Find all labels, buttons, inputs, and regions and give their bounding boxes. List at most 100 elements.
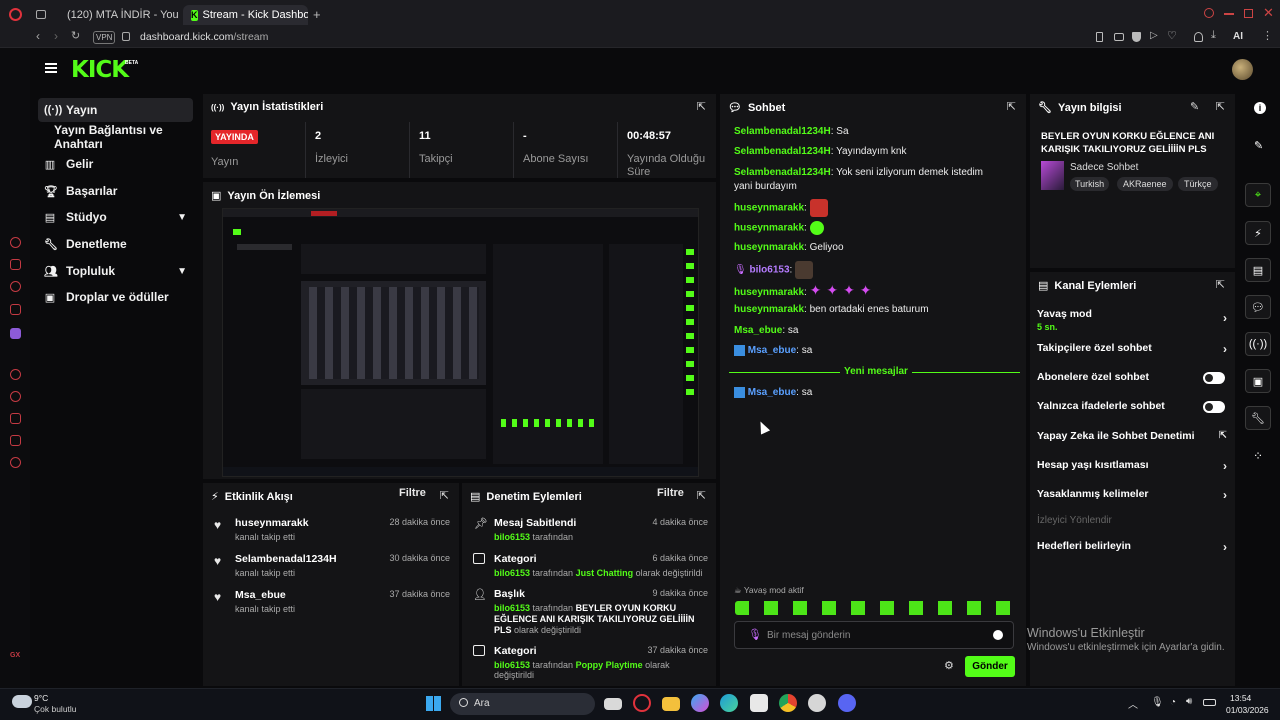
profile-icon[interactable] xyxy=(1194,32,1203,42)
play-icon[interactable]: ▷ xyxy=(1150,30,1158,41)
slow-mode-action[interactable]: Yavaş mod 5 sn. › xyxy=(1037,308,1227,332)
wrench-button[interactable]: 🔧︎ xyxy=(1245,406,1271,430)
tray-chevron-icon[interactable]: ︿ xyxy=(1128,696,1138,711)
pin-icon[interactable] xyxy=(1096,32,1103,42)
discord-icon[interactable] xyxy=(838,694,856,712)
chrome-icon[interactable] xyxy=(779,694,797,712)
emotes-only-action[interactable]: Yalnızca ifadelerle sohbet xyxy=(1037,400,1227,413)
history-icon[interactable] xyxy=(10,413,21,424)
ai-moderation-action[interactable]: Yapay Zeka ile Sohbet Denetimi ⇱ xyxy=(1037,430,1227,442)
copilot-icon[interactable] xyxy=(691,694,709,712)
ai-button[interactable]: AI xyxy=(1233,31,1243,42)
subscribers-only-toggle[interactable] xyxy=(1203,372,1225,384)
nav-item-stream-key[interactable]: Yayın Bağlantısı ve Anahtarı xyxy=(38,123,208,151)
banned-words-action[interactable]: Yasaklanmış kelimeler › xyxy=(1037,488,1227,502)
microphone-tray-icon[interactable]: 🎙︎ xyxy=(1151,697,1164,708)
nav-item-denetleme[interactable]: 🔧︎ Denetleme xyxy=(38,232,193,256)
battery-icon[interactable] xyxy=(1203,699,1216,706)
notes-button[interactable]: ▤ xyxy=(1245,258,1271,282)
nav-item-studyo[interactable]: ▤ Stüdyo ▼ xyxy=(38,205,193,229)
opera-ai-icon[interactable] xyxy=(10,237,21,248)
menu-icon[interactable]: ⋮ xyxy=(1262,29,1273,42)
task-view-icon[interactable] xyxy=(604,698,622,710)
moderation-filter-button[interactable]: Filtre xyxy=(657,487,684,499)
taskbar-search[interactable]: Ara xyxy=(450,693,595,715)
reload-icon[interactable]: ↻ xyxy=(71,29,80,42)
quick-action-button[interactable]: ⚡︎ xyxy=(1245,221,1271,245)
mail-icon[interactable] xyxy=(10,304,21,315)
new-tab-button[interactable]: + xyxy=(313,7,321,22)
back-icon[interactable]: ‹ xyxy=(36,29,40,43)
set-goals-action[interactable]: Hedefleri belirleyin › xyxy=(1037,540,1227,554)
info-icon[interactable]: i xyxy=(1254,102,1266,114)
avatar[interactable] xyxy=(1232,59,1253,80)
search-tabs-icon[interactable] xyxy=(1204,8,1214,18)
windows-start-icon[interactable] xyxy=(426,696,441,711)
minimize-button[interactable] xyxy=(1224,13,1234,15)
chat-settings-icon[interactable]: ⚙︎ xyxy=(944,659,954,672)
clock-date[interactable]: 01/03/2026 xyxy=(1226,705,1269,715)
popout-icon[interactable]: ⇱ xyxy=(1007,100,1016,113)
edit-icon[interactable]: ✎ xyxy=(1254,139,1263,152)
nav-item-gelir[interactable]: ▥ Gelir xyxy=(38,152,193,176)
url-text[interactable]: dashboard.kick.com/stream xyxy=(140,31,268,43)
nav-item-basarilar[interactable]: 🏆︎ Başarılar xyxy=(38,179,193,203)
weather-icon[interactable] xyxy=(12,695,32,708)
edit-icon[interactable]: ✎ xyxy=(1190,100,1199,113)
download-icon[interactable]: ⤓ xyxy=(1211,29,1216,42)
edge-icon[interactable] xyxy=(720,694,738,712)
workspaces-icon[interactable] xyxy=(36,10,46,19)
vpn-badge[interactable]: VPN xyxy=(93,31,116,44)
tag[interactable]: Türkçe xyxy=(1178,177,1218,191)
messenger-icon[interactable] xyxy=(10,281,21,292)
forward-icon[interactable]: › xyxy=(54,29,58,43)
volume-icon[interactable]: 🔊︎ xyxy=(1186,696,1192,707)
heart-icon[interactable]: ♡ xyxy=(1167,29,1177,42)
chat-button[interactable]: 💬︎ xyxy=(1245,295,1271,319)
emoji-icon[interactable] xyxy=(993,630,1003,640)
account-age-action[interactable]: Hesap yaşı kısıtlaması › xyxy=(1037,459,1227,473)
chat-input[interactable]: 🎙︎ Bir mesaj gönderin xyxy=(734,621,1014,649)
popout-icon[interactable]: ⇱ xyxy=(440,489,449,502)
clock-icon[interactable] xyxy=(10,391,21,402)
tab-kick-dashboard[interactable]: KStream - Kick Dashboard xyxy=(183,5,308,25)
hamburger-menu-icon[interactable] xyxy=(45,63,57,73)
more-panels-icon[interactable]: ⁘ xyxy=(1253,449,1263,463)
tab-youtube[interactable]: (120) MTA İNDİR - YouTub xyxy=(54,5,178,25)
opera-logo-icon[interactable] xyxy=(9,8,22,21)
opera-gx-taskbar-icon[interactable] xyxy=(633,694,651,712)
nav-item-droplar[interactable]: ▣ Droplar ve ödüller xyxy=(38,285,193,309)
shield-icon[interactable] xyxy=(1132,32,1141,42)
store-icon[interactable] xyxy=(750,694,768,712)
extensions-icon[interactable] xyxy=(10,435,21,446)
camera-icon[interactable] xyxy=(1114,33,1124,41)
followers-only-action[interactable]: Takipçilere özel sohbet › xyxy=(1037,342,1227,356)
kick-logo[interactable]: KICK xyxy=(71,57,129,83)
screenshot-button[interactable]: ⌖ xyxy=(1245,183,1271,207)
maximize-button[interactable] xyxy=(1244,9,1253,18)
gx-icon[interactable]: GX xyxy=(10,652,20,659)
player-icon[interactable] xyxy=(10,369,21,380)
wifi-icon[interactable]: ◔ xyxy=(1170,697,1176,708)
nav-item-yayin[interactable]: ((·)) Yayın xyxy=(38,98,193,122)
popout-icon[interactable]: ⇱ xyxy=(1216,278,1225,291)
popout-icon[interactable]: ⇱ xyxy=(697,100,706,113)
emote-bar[interactable] xyxy=(735,601,1015,615)
popout-icon[interactable]: ⇱ xyxy=(697,489,706,502)
stream-preview-video[interactable] xyxy=(222,208,699,477)
broadcast-button[interactable]: ((·)) xyxy=(1245,332,1271,356)
bag-icon[interactable] xyxy=(10,259,21,270)
file-explorer-icon[interactable] xyxy=(662,697,680,711)
clock-time[interactable]: 13:54 xyxy=(1230,693,1251,703)
send-button[interactable]: Gönder xyxy=(965,656,1015,677)
tag[interactable]: Turkish xyxy=(1070,177,1110,191)
close-window-button[interactable]: ✕ xyxy=(1263,5,1274,21)
settings-icon[interactable] xyxy=(10,457,21,468)
steam-icon[interactable] xyxy=(808,694,826,712)
tag[interactable]: AKRaenee xyxy=(1117,177,1173,191)
activity-filter-button[interactable]: Filtre xyxy=(399,487,426,499)
subscribers-only-action[interactable]: Abonelere özel sohbet xyxy=(1037,371,1227,384)
nav-item-topluluk[interactable]: 👥︎ Topluluk ▼ xyxy=(38,259,193,283)
emotes-only-toggle[interactable] xyxy=(1203,401,1225,413)
printer-button[interactable]: ▣ xyxy=(1245,369,1271,393)
